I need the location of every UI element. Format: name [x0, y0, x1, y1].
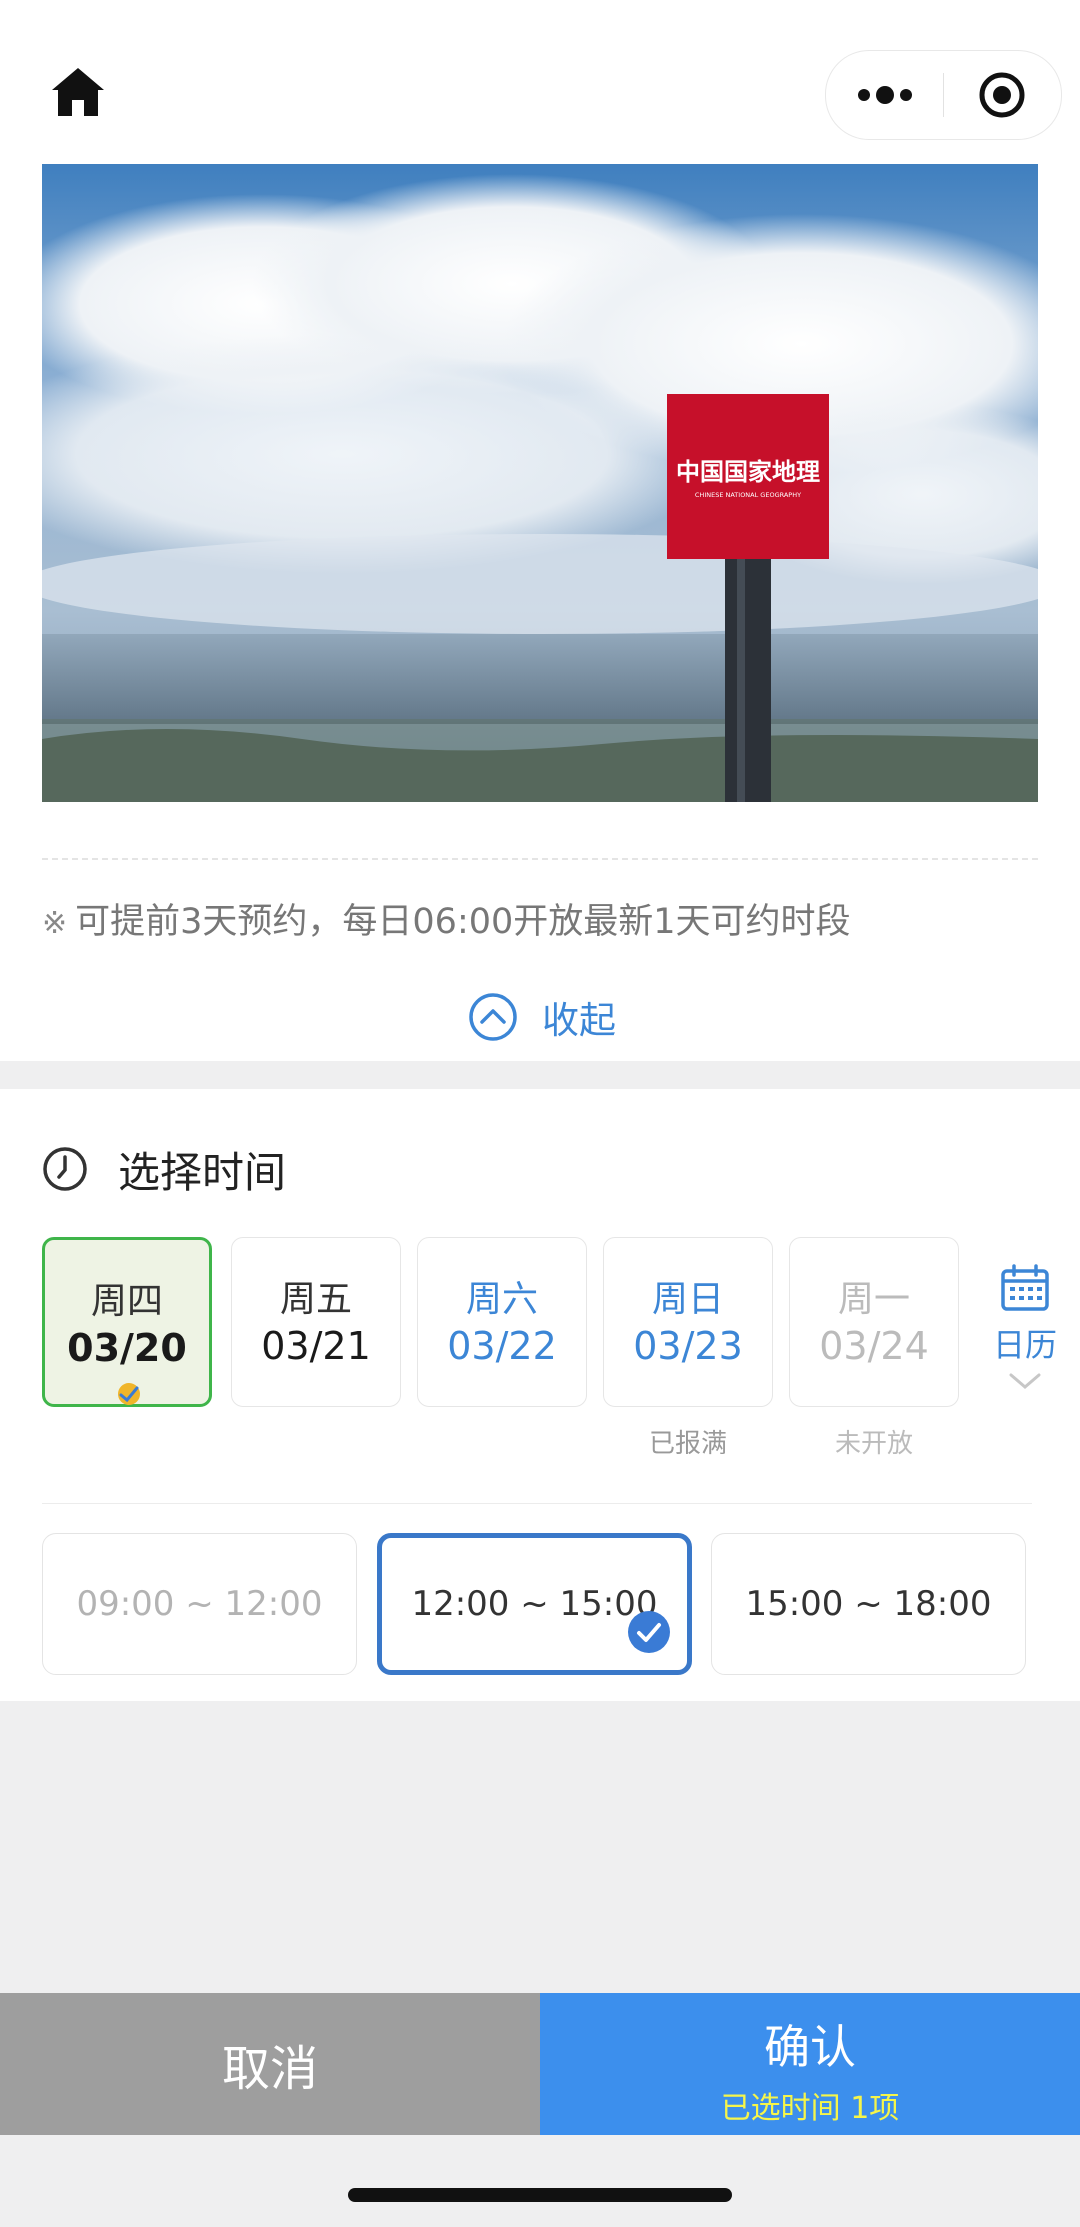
sign-subtitle: CHINESE NATIONAL GEOGRAPHY — [695, 491, 801, 499]
sign-title: 中国国家地理 — [676, 457, 820, 486]
time-slot-label: 15:00 ~ 18:00 — [745, 1584, 992, 1624]
day-date: 03/20 — [67, 1326, 187, 1370]
confirm-button[interactable]: 确认 已选时间 1项 — [540, 1993, 1080, 2135]
day-option-mon: 周一 03/24 — [789, 1237, 959, 1407]
confirm-label: 确认 — [764, 2020, 856, 2074]
day-date: 03/23 — [633, 1324, 743, 1368]
selected-count-label: 已选时间 1项 — [720, 2091, 900, 2126]
day-option-thu[interactable]: 周四 03/20 — [42, 1237, 212, 1407]
day-option-fri[interactable]: 周五 03/21 — [231, 1237, 401, 1407]
selected-check-icon — [628, 1611, 670, 1653]
notice-text: 可提前3天预约，每日06:00开放最新1天可约时段 — [75, 902, 851, 942]
home-icon[interactable] — [50, 66, 106, 118]
booking-notice: ※ 可提前3天预约，每日06:00开放最新1天可约时段 — [42, 892, 1042, 952]
selected-day-check-icon — [118, 1383, 140, 1405]
close-target-icon[interactable] — [978, 71, 1026, 119]
calendar-button[interactable]: 日历 — [990, 1264, 1060, 1392]
time-slot-label: 09:00 ~ 12:00 — [76, 1584, 323, 1624]
notice-mark: ※ — [42, 906, 68, 941]
day-weekday: 周五 — [279, 1279, 352, 1320]
hero-image: 中国国家地理 CHINESE NATIONAL GEOGRAPHY — [42, 164, 1038, 802]
cancel-button[interactable]: 取消 — [0, 1993, 540, 2135]
dashed-divider — [42, 858, 1038, 860]
day-weekday: 周六 — [465, 1279, 538, 1320]
chevron-down-icon — [1009, 1373, 1041, 1389]
day-weekday: 周日 — [651, 1279, 724, 1320]
day-weekday: 周四 — [90, 1281, 163, 1322]
day-date: 03/24 — [819, 1324, 929, 1368]
day-status-not-open: 未开放 — [834, 1429, 913, 1459]
select-time-title: 选择时间 — [118, 1147, 287, 1197]
day-weekday: 周一 — [837, 1279, 910, 1320]
day-status-full: 已报满 — [648, 1429, 727, 1459]
top-nav-bar — [0, 0, 1080, 165]
clock-icon — [43, 1147, 87, 1191]
time-slot-label: 12:00 ~ 15:00 — [411, 1584, 658, 1624]
day-date: 03/22 — [447, 1324, 557, 1368]
collapse-button[interactable]: 收起 — [468, 989, 616, 1045]
bottom-action-bar: 取消 确认 已选时间 1项 — [0, 1993, 1080, 2135]
more-icon[interactable] — [854, 75, 916, 115]
calendar-icon — [1001, 1264, 1049, 1311]
select-time-header: 选择时间 — [42, 1134, 286, 1204]
day-option-sun[interactable]: 周日 03/23 — [603, 1237, 773, 1407]
time-slot-morning: 09:00 ~ 12:00 — [42, 1533, 357, 1675]
home-indicator[interactable] — [348, 2188, 732, 2202]
day-option-sat[interactable]: 周六 03/22 — [417, 1237, 587, 1407]
chevron-up-circle-icon — [469, 993, 517, 1041]
day-date: 03/21 — [261, 1324, 371, 1368]
time-slot-afternoon[interactable]: 15:00 ~ 18:00 — [711, 1533, 1026, 1675]
capsule-divider — [943, 73, 944, 117]
section-divider — [42, 1503, 1032, 1504]
collapse-label: 收起 — [542, 999, 616, 1042]
time-slot-noon[interactable]: 12:00 ~ 15:00 — [377, 1533, 692, 1675]
select-time-card: 选择时间 周四 03/20 周五 03/21 周六 03/22 周日 03/23… — [0, 1089, 1080, 1701]
cancel-label: 取消 — [221, 2041, 318, 2097]
venue-info-card: 中国国家地理 CHINESE NATIONAL GEOGRAPHY ※ 可提前3天… — [0, 164, 1080, 1061]
mini-program-capsule — [825, 50, 1062, 140]
calendar-label: 日历 — [992, 1326, 1057, 1364]
